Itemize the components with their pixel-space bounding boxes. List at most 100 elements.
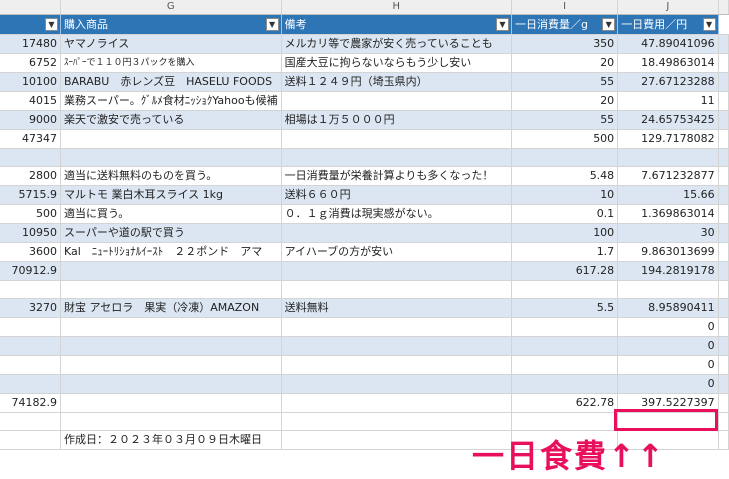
purchase-cell[interactable]: [60, 412, 282, 431]
empty-cell[interactable]: [718, 242, 729, 262]
amount-cell[interactable]: 9000: [0, 110, 61, 130]
purchase-cell[interactable]: BARABU 赤レンズ豆 HASELU FOODS: [60, 72, 282, 92]
column-header-j[interactable]: J: [617, 0, 719, 15]
purchase-cell[interactable]: [60, 129, 282, 149]
empty-cell[interactable]: [718, 148, 729, 167]
column-header-i[interactable]: I: [511, 0, 619, 15]
daily-qty-cell[interactable]: 20: [511, 53, 619, 73]
notes-cell[interactable]: 送料１２４９円（埼玉県内）: [281, 72, 512, 92]
empty-cell[interactable]: [718, 430, 729, 450]
amount-cell[interactable]: [0, 148, 61, 167]
notes-cell[interactable]: アイハーブの方が安い: [281, 242, 512, 262]
empty-cell[interactable]: [718, 110, 729, 130]
daily-qty-cell[interactable]: 10: [511, 185, 619, 205]
daily-cost-cell[interactable]: 24.65753425: [617, 110, 719, 130]
notes-cell[interactable]: 送料無料: [281, 298, 512, 318]
column-header-h[interactable]: H: [281, 0, 512, 15]
notes-cell[interactable]: [281, 393, 512, 413]
amount-cell[interactable]: [0, 412, 61, 431]
daily-qty-cell[interactable]: [511, 374, 619, 394]
amount-cell[interactable]: 10950: [0, 223, 61, 243]
amount-cell[interactable]: 2800: [0, 166, 61, 186]
empty-cell[interactable]: [718, 393, 729, 413]
amount-cell[interactable]: 74182.9: [0, 393, 61, 413]
daily-cost-cell[interactable]: 0: [617, 317, 719, 337]
amount-cell[interactable]: 10100: [0, 72, 61, 92]
amount-cell[interactable]: 47347: [0, 129, 61, 149]
daily-cost-cell[interactable]: 9.863013699: [617, 242, 719, 262]
notes-cell[interactable]: [281, 412, 512, 431]
purchase-cell[interactable]: [60, 148, 282, 167]
amount-cell[interactable]: [0, 317, 61, 337]
empty-cell[interactable]: [718, 412, 729, 431]
notes-cell[interactable]: 送料６６０円: [281, 185, 512, 205]
filter-dropdown-icon[interactable]: ▼: [265, 18, 279, 31]
amount-cell[interactable]: 4015: [0, 91, 61, 111]
empty-cell[interactable]: [718, 129, 729, 149]
notes-cell[interactable]: 一日消費量が栄養計算よりも多くなった！: [281, 166, 512, 186]
purchase-cell[interactable]: 財宝 アセロラ 果実（冷凍）AMAZON: [60, 298, 282, 318]
empty-cell[interactable]: [718, 317, 729, 337]
purchase-cell[interactable]: [60, 317, 282, 337]
amount-cell[interactable]: 3600: [0, 242, 61, 262]
filter-dropdown-icon[interactable]: ▼: [495, 18, 509, 31]
daily-cost-cell[interactable]: 47.89041096: [617, 34, 719, 54]
purchase-cell[interactable]: [60, 393, 282, 413]
daily-qty-cell[interactable]: [511, 412, 619, 431]
daily-cost-cell[interactable]: 8.95890411: [617, 298, 719, 318]
daily-cost-cell[interactable]: 194.2819178: [617, 261, 719, 281]
notes-cell[interactable]: [281, 261, 512, 281]
amount-cell[interactable]: 500: [0, 204, 61, 224]
empty-cell[interactable]: [718, 336, 729, 356]
daily-qty-cell[interactable]: 100: [511, 223, 619, 243]
amount-cell[interactable]: 17480: [0, 34, 61, 54]
purchase-cell[interactable]: マルトモ 業白木耳スライス 1kg: [60, 185, 282, 205]
column-header-f[interactable]: [0, 0, 61, 15]
column-header-k[interactable]: [718, 0, 729, 15]
empty-cell[interactable]: [718, 223, 729, 243]
daily-cost-cell[interactable]: 129.7178082: [617, 129, 719, 149]
notes-cell[interactable]: [281, 91, 512, 111]
purchase-cell[interactable]: 適当に送料無料のものを買う。: [60, 166, 282, 186]
daily-cost-cell[interactable]: [617, 148, 719, 167]
daily-cost-cell[interactable]: 0: [617, 336, 719, 356]
empty-cell[interactable]: [718, 280, 729, 299]
empty-cell[interactable]: [718, 72, 729, 92]
amount-cell[interactable]: [0, 336, 61, 356]
empty-cell[interactable]: [718, 204, 729, 224]
notes-cell[interactable]: 国産大豆に拘らないならもう少し安い: [281, 53, 512, 73]
purchase-cell[interactable]: 楽天で激安で売っている: [60, 110, 282, 130]
purchase-cell[interactable]: スーパーや道の駅で買う: [60, 223, 282, 243]
notes-cell[interactable]: 相場は１万５０００円: [281, 110, 512, 130]
amount-cell[interactable]: 5715.9: [0, 185, 61, 205]
amount-cell[interactable]: 6752: [0, 53, 61, 73]
amount-cell[interactable]: [0, 280, 61, 299]
amount-cell[interactable]: [0, 355, 61, 375]
daily-cost-cell[interactable]: 30: [617, 223, 719, 243]
purchase-cell[interactable]: [60, 355, 282, 375]
notes-cell[interactable]: メルカリ等で農家が安く売っていることも: [281, 34, 512, 54]
notes-cell[interactable]: [281, 336, 512, 356]
daily-cost-cell[interactable]: 0: [617, 355, 719, 375]
notes-cell[interactable]: [281, 148, 512, 167]
daily-qty-cell[interactable]: [511, 336, 619, 356]
daily-qty-cell[interactable]: [511, 148, 619, 167]
notes-cell[interactable]: [281, 129, 512, 149]
purchase-cell[interactable]: 作成日：２０２３年０３月０９日木曜日: [60, 430, 282, 450]
daily-qty-cell[interactable]: 1.7: [511, 242, 619, 262]
empty-cell[interactable]: [718, 34, 729, 54]
amount-cell[interactable]: 3270: [0, 298, 61, 318]
empty-cell[interactable]: [718, 298, 729, 318]
purchase-cell[interactable]: [60, 261, 282, 281]
purchase-cell[interactable]: 適当に買う。: [60, 204, 282, 224]
daily-qty-cell[interactable]: 617.28: [511, 261, 619, 281]
empty-cell[interactable]: [718, 185, 729, 205]
daily-qty-cell[interactable]: [511, 317, 619, 337]
purchase-cell[interactable]: [60, 336, 282, 356]
filter-dropdown-icon[interactable]: ▼: [44, 18, 58, 31]
notes-cell[interactable]: ０．１ｇ消費は現実感がない。: [281, 204, 512, 224]
empty-cell[interactable]: [718, 166, 729, 186]
purchase-cell[interactable]: ヤマノライス: [60, 34, 282, 54]
daily-qty-cell[interactable]: [511, 355, 619, 375]
daily-qty-cell[interactable]: 55: [511, 72, 619, 92]
